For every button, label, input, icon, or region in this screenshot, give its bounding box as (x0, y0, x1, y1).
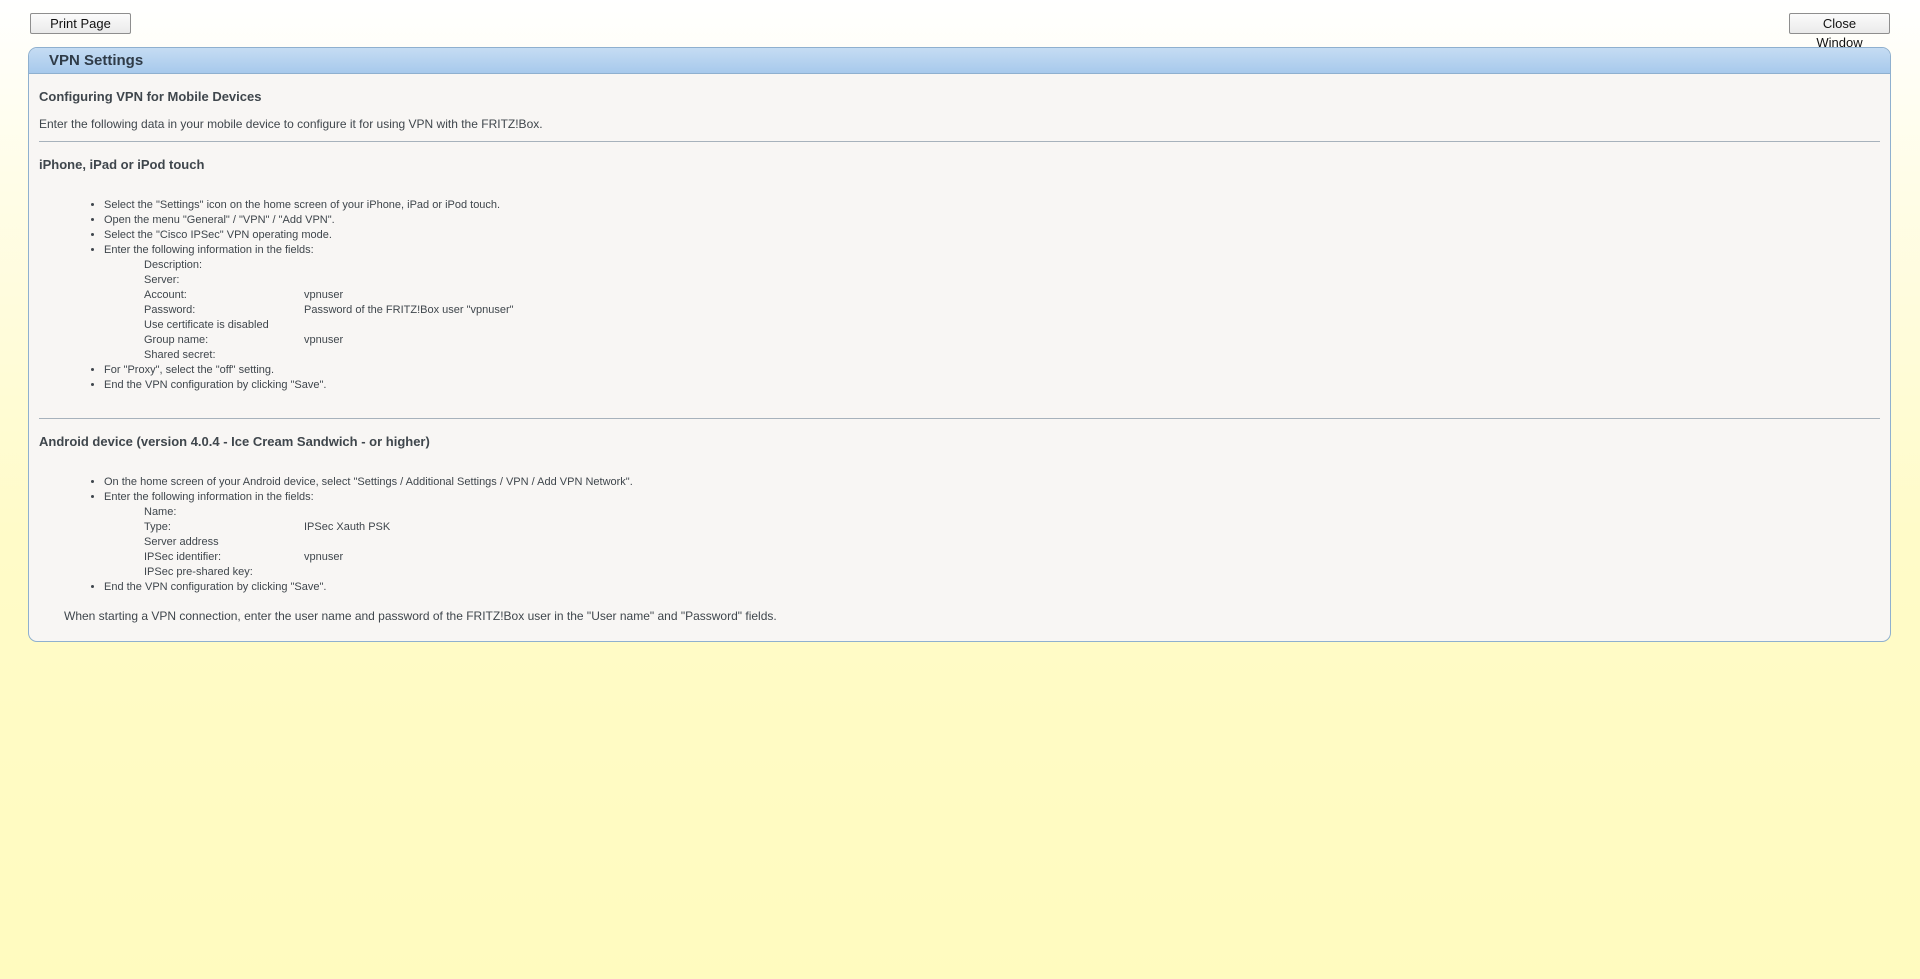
list-item-text: Enter the following information in the f… (104, 244, 314, 256)
android-steps-list: On the home screen of your Android devic… (39, 475, 1880, 595)
field-row: Use certificate is disabled (144, 318, 1880, 333)
list-item: End the VPN configuration by clicking "S… (104, 378, 1880, 393)
field-value: vpnuser (304, 334, 344, 346)
field-value: IPSec Xauth PSK (304, 521, 391, 533)
outro-text: When starting a VPN connection, enter th… (64, 609, 777, 623)
field-row: IPSec pre-shared key: (144, 565, 1880, 580)
field-row: Description: (144, 258, 1880, 273)
list-item: Enter the following information in the f… (104, 490, 1880, 580)
iphone-fields: Description: Server: Account: vpnuser Pas… (144, 258, 1880, 363)
field-label: Server: (144, 274, 180, 286)
divider (39, 418, 1880, 419)
close-window-button[interactable]: Close Window (1789, 13, 1890, 50)
print-page-button[interactable]: Print Page (30, 13, 131, 34)
page-title: Configuring VPN for Mobile Devices (39, 89, 262, 104)
field-row: Password: Password of the FRITZ!Box user … (144, 303, 1880, 318)
panel-body: Configuring VPN for Mobile Devices Enter… (29, 74, 1890, 623)
field-row: Server address (144, 535, 1880, 550)
field-label: Group name: (144, 334, 209, 346)
field-label: Account: (144, 289, 187, 301)
list-item: End the VPN configuration by clicking "S… (104, 580, 1880, 595)
list-item: Enter the following information in the f… (104, 243, 1880, 363)
intro-text: Enter the following data in your mobile … (39, 117, 543, 131)
field-row: Type: IPSec Xauth PSK (144, 520, 1880, 535)
vpn-settings-panel: VPN Settings Configuring VPN for Mobile … (28, 47, 1891, 642)
field-value: Password of the FRITZ!Box user "vpnuser" (304, 304, 514, 316)
iphone-steps-list: Select the "Settings" icon on the home s… (39, 198, 1880, 393)
field-row: Name: (144, 505, 1880, 520)
field-label: Type: (144, 521, 171, 533)
field-row: Server: (144, 273, 1880, 288)
list-item: On the home screen of your Android devic… (104, 475, 1880, 490)
field-label: Shared secret: (144, 349, 216, 361)
list-item-text: Enter the following information in the f… (104, 491, 314, 503)
panel-header: VPN Settings (29, 48, 1890, 74)
field-label: Name: (144, 506, 177, 518)
field-row: IPSec identifier: vpnuser (144, 550, 1880, 565)
field-value: vpnuser (304, 289, 344, 301)
list-item: Open the menu "General" / "VPN" / "Add V… (104, 213, 1880, 228)
field-row: Shared secret: (144, 348, 1880, 363)
field-value: vpnuser (304, 551, 344, 563)
field-label: IPSec identifier: (144, 551, 222, 563)
field-row: Account: vpnuser (144, 288, 1880, 303)
android-fields: Name: Type: IPSec Xauth PSK Server addres… (144, 505, 1880, 580)
field-label: Description: (144, 259, 203, 271)
list-item: Select the "Settings" icon on the home s… (104, 198, 1880, 213)
field-label: Server address (144, 536, 219, 548)
field-row: Group name: vpnuser (144, 333, 1880, 348)
iphone-section-title: iPhone, iPad or iPod touch (39, 157, 205, 172)
field-label: Password: (144, 304, 196, 316)
android-section-title: Android device (version 4.0.4 - Ice Crea… (39, 434, 430, 449)
divider (39, 141, 1880, 142)
field-label: Use certificate is disabled (144, 319, 269, 331)
list-item: For "Proxy", select the "off" setting. (104, 363, 1880, 378)
field-label: IPSec pre-shared key: (144, 566, 253, 578)
list-item: Select the "Cisco IPSec" VPN operating m… (104, 228, 1880, 243)
